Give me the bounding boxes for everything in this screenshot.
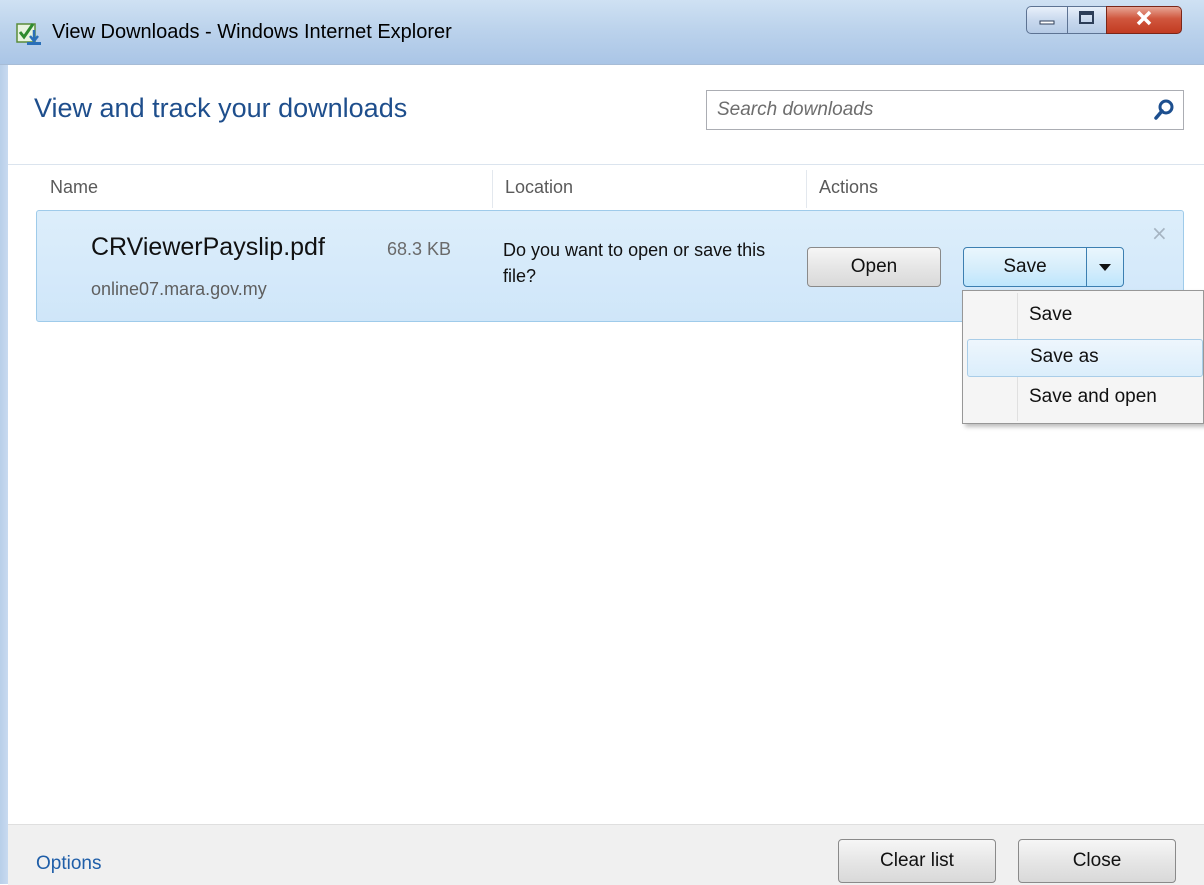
open-button[interactable]: Open (807, 247, 941, 287)
menu-item-save-as[interactable]: Save as (967, 339, 1203, 377)
column-header-name[interactable]: Name (38, 170, 491, 208)
downloads-header: View and track your downloads (8, 64, 1204, 165)
file-size: 68.3 KB (387, 239, 452, 259)
file-name: CRViewerPayslip.pdf (91, 233, 325, 261)
clear-list-button[interactable]: Clear list (838, 839, 996, 883)
window-border (0, 0, 8, 884)
dismiss-icon[interactable]: × (1151, 221, 1168, 245)
file-source: online07.mara.gov.my (91, 279, 267, 299)
save-menu: Save Save as Save and open (962, 290, 1204, 424)
close-window-button[interactable] (1106, 6, 1182, 34)
maximize-button[interactable] (1067, 6, 1107, 34)
save-button[interactable]: Save (963, 247, 1087, 287)
window-title: View Downloads - Windows Internet Explor… (52, 21, 452, 43)
maximize-icon (1078, 10, 1096, 30)
column-header-actions[interactable]: Actions (806, 170, 1204, 208)
minimize-icon (1038, 11, 1056, 30)
footer-bar: Options Clear list Close (8, 824, 1204, 885)
menu-item-save[interactable]: Save (967, 297, 1203, 335)
search-box[interactable] (706, 90, 1184, 130)
page-title: View and track your downloads (34, 93, 408, 123)
download-status: Do you want to open or save this file? (503, 240, 766, 286)
search-icon[interactable] (1153, 99, 1175, 121)
save-dropdown-button[interactable] (1086, 247, 1124, 287)
title-bar[interactable]: View Downloads - Windows Internet Explor… (0, 0, 1204, 65)
close-icon (1134, 9, 1154, 31)
options-link[interactable]: Options (36, 853, 101, 875)
chevron-down-icon (1099, 256, 1111, 278)
menu-item-save-and-open[interactable]: Save and open (967, 379, 1203, 417)
close-button[interactable]: Close (1018, 839, 1176, 883)
ie-downloads-icon (14, 18, 44, 48)
search-input[interactable] (715, 91, 1139, 129)
column-header-location[interactable]: Location (492, 170, 806, 208)
minimize-button[interactable] (1026, 6, 1068, 34)
